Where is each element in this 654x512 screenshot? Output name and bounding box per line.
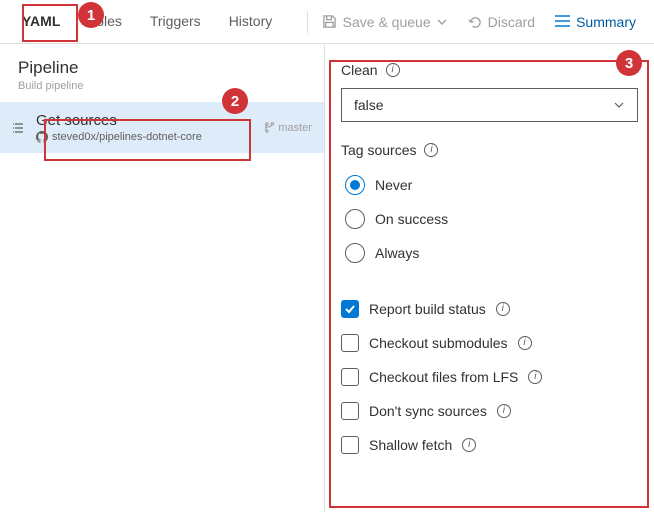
save-label: Save & queue	[343, 14, 431, 30]
source-branch: master	[278, 122, 312, 134]
radio-indicator	[345, 175, 365, 195]
discard-button[interactable]: Discard	[457, 8, 545, 36]
checkbox-indicator	[341, 368, 359, 386]
check-report-status[interactable]: Report build status i	[341, 292, 638, 326]
tab-triggers[interactable]: Triggers	[136, 3, 215, 41]
check-nosync[interactable]: Don't sync sources i	[341, 394, 638, 428]
callout-3: 3	[616, 50, 642, 76]
tab-history[interactable]: History	[215, 3, 287, 41]
checkbox-indicator	[341, 334, 359, 352]
discard-label: Discard	[488, 14, 535, 30]
source-title: Get sources	[36, 112, 253, 129]
radio-indicator	[345, 243, 365, 263]
info-icon[interactable]: i	[497, 404, 511, 418]
radio-label: Always	[375, 245, 419, 261]
drag-handle-icon	[12, 122, 26, 134]
radio-on-success[interactable]: On success	[345, 202, 638, 236]
check-shallow[interactable]: Shallow fetch i	[341, 428, 638, 462]
radio-never[interactable]: Never	[345, 168, 638, 202]
checkbox-indicator	[341, 436, 359, 454]
tab-yaml[interactable]: YAML	[8, 3, 74, 41]
checkbox-indicator	[341, 402, 359, 420]
list-icon	[555, 15, 570, 28]
clean-select[interactable]: false	[341, 88, 638, 122]
radio-always[interactable]: Always	[345, 236, 638, 270]
check-lfs[interactable]: Checkout files from LFS i	[341, 360, 638, 394]
github-icon	[36, 131, 48, 143]
radio-label: Never	[375, 177, 412, 193]
info-icon[interactable]: i	[496, 302, 510, 316]
summary-button[interactable]: Summary	[545, 8, 646, 36]
get-sources-row[interactable]: Get sources steved0x/pipelines-dotnet-co…	[0, 102, 324, 153]
callout-1: 1	[78, 2, 104, 28]
checkbox-indicator	[341, 300, 359, 318]
chevron-down-icon	[437, 17, 447, 27]
pipeline-subtitle: Build pipeline	[18, 80, 306, 92]
clean-label: Clean	[341, 62, 378, 78]
info-icon[interactable]: i	[462, 438, 476, 452]
undo-icon	[467, 14, 482, 29]
check-label: Checkout submodules	[369, 335, 508, 351]
info-icon[interactable]: i	[424, 143, 438, 157]
save-queue-button[interactable]: Save & queue	[312, 8, 457, 36]
radio-label: On success	[375, 211, 448, 227]
callout-2: 2	[222, 88, 248, 114]
save-icon	[322, 14, 337, 29]
right-panel: Clean i false Tag sources i Never On suc…	[325, 44, 654, 512]
branch-icon	[263, 121, 274, 134]
check-label: Shallow fetch	[369, 437, 452, 453]
check-label: Don't sync sources	[369, 403, 487, 419]
check-label: Checkout files from LFS	[369, 369, 518, 385]
info-icon[interactable]: i	[528, 370, 542, 384]
clean-value: false	[354, 97, 384, 113]
tag-sources-label: Tag sources	[341, 142, 416, 158]
check-submodules[interactable]: Checkout submodules i	[341, 326, 638, 360]
pipeline-title: Pipeline	[18, 58, 306, 78]
source-repo: steved0x/pipelines-dotnet-core	[52, 131, 202, 143]
check-label: Report build status	[369, 301, 486, 317]
left-panel: Pipeline Build pipeline Get sources stev…	[0, 44, 325, 512]
chevron-down-icon	[613, 99, 625, 111]
info-icon[interactable]: i	[518, 336, 532, 350]
info-icon[interactable]: i	[386, 63, 400, 77]
summary-label: Summary	[576, 14, 636, 30]
radio-indicator	[345, 209, 365, 229]
